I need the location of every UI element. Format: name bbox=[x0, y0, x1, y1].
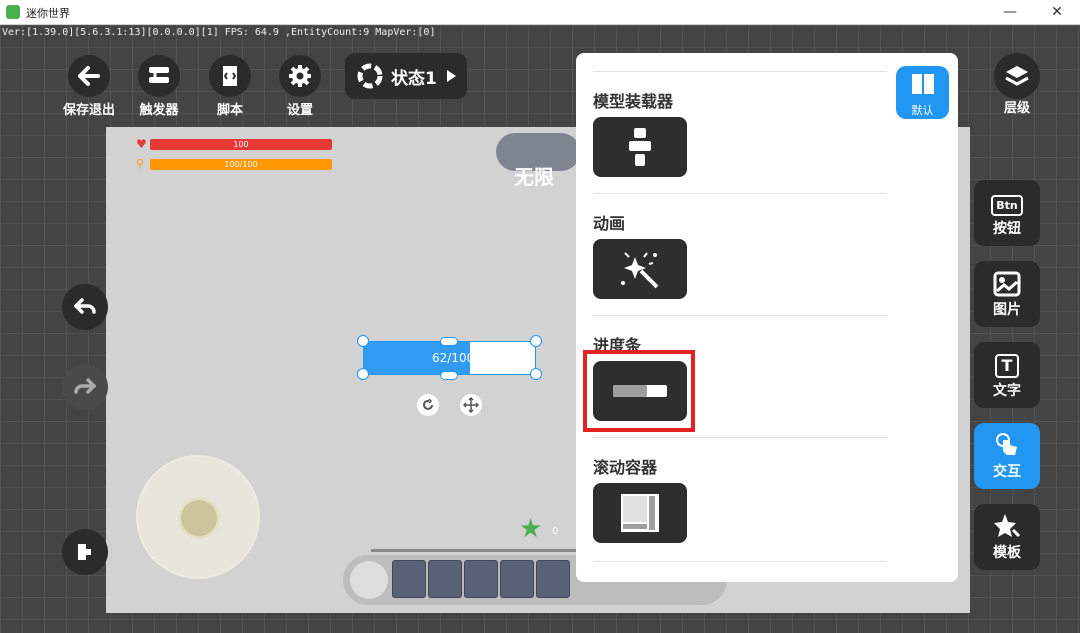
undo-button[interactable] bbox=[62, 284, 108, 330]
resize-handle-top[interactable] bbox=[440, 337, 458, 346]
heart-icon: ♥ bbox=[136, 137, 147, 151]
debug-info: Ver:[1.39.0][5.6.3.1:13][0.0.0.0][1] FPS… bbox=[2, 27, 436, 38]
hotbar-slot[interactable] bbox=[428, 560, 462, 598]
resize-handle-tl[interactable] bbox=[357, 335, 369, 347]
layers-label: 层级 bbox=[1003, 101, 1030, 116]
model-loader-icon bbox=[629, 128, 651, 166]
save-exit-button[interactable]: 保存退出 bbox=[57, 55, 121, 118]
window-titlebar: 迷你世界 — ✕ bbox=[0, 0, 1080, 25]
tap-hand-icon bbox=[996, 433, 1017, 455]
text-icon: T bbox=[995, 354, 1019, 378]
highlight-box bbox=[583, 350, 695, 432]
section-title-scroll-container: 滚动容器 bbox=[593, 458, 658, 477]
button-widget-button[interactable]: Btn 按钮 bbox=[974, 180, 1040, 246]
resize-handle-bottom[interactable] bbox=[440, 371, 458, 380]
progress-value: 62/100 bbox=[432, 351, 475, 365]
scroll-container-card[interactable] bbox=[593, 483, 687, 543]
joystick-knob[interactable] bbox=[178, 497, 220, 539]
gear-icon bbox=[279, 55, 321, 97]
trigger-button[interactable]: 触发器 bbox=[127, 55, 191, 118]
script-button[interactable]: 脚本 bbox=[198, 55, 262, 118]
default-tab-button[interactable]: 默认 bbox=[896, 66, 949, 119]
rotate-icon bbox=[423, 398, 433, 410]
redo-icon bbox=[74, 378, 96, 394]
virtual-joystick[interactable] bbox=[136, 455, 260, 579]
resize-handle-br[interactable] bbox=[530, 368, 542, 380]
image-widget-button[interactable]: 图片 bbox=[974, 261, 1040, 327]
settings-button[interactable]: 设置 bbox=[268, 55, 332, 118]
image-widget-label: 图片 bbox=[993, 302, 1021, 318]
scroll-container-icon bbox=[621, 494, 659, 532]
hunger-bar: 100/100 bbox=[150, 159, 332, 170]
hotbar-slot[interactable] bbox=[536, 560, 570, 598]
animation-card[interactable] bbox=[593, 239, 687, 299]
state-selector[interactable]: 状态1 bbox=[345, 53, 467, 99]
trigger-icon bbox=[138, 55, 180, 97]
state-ring-icon bbox=[357, 63, 383, 89]
text-widget-button[interactable]: T 文字 bbox=[974, 342, 1040, 408]
model-loader-card[interactable] bbox=[593, 117, 687, 177]
template-widget-label: 模板 bbox=[993, 545, 1021, 561]
image-icon bbox=[993, 271, 1021, 297]
component-popup: 模型装载器 动画 进度条 滚动容器 默认 bbox=[576, 53, 958, 582]
infinite-label: 无限 bbox=[514, 165, 554, 189]
settings-label: 设置 bbox=[286, 103, 313, 118]
star-count: 0 bbox=[552, 526, 559, 537]
script-icon bbox=[209, 55, 251, 97]
puzzle-button[interactable] bbox=[62, 529, 108, 575]
redo-button[interactable] bbox=[62, 364, 108, 410]
star-icon: ★ bbox=[519, 514, 543, 544]
progress-widget[interactable]: 62/100 bbox=[363, 341, 536, 375]
play-triangle-icon bbox=[446, 70, 456, 82]
divider bbox=[593, 437, 887, 438]
text-widget-label: 文字 bbox=[993, 383, 1021, 399]
default-tab-label: 默认 bbox=[911, 104, 934, 117]
layers-icon bbox=[994, 53, 1040, 99]
interact-widget-button[interactable]: 交互 bbox=[974, 423, 1040, 489]
magic-wand-icon bbox=[621, 252, 659, 289]
resize-handle-tr[interactable] bbox=[530, 335, 542, 347]
button-widget-label: 按钮 bbox=[993, 221, 1021, 237]
template-widget-button[interactable]: 模板 bbox=[974, 504, 1040, 570]
template-star-icon bbox=[994, 514, 1021, 538]
rotate-button[interactable] bbox=[417, 394, 439, 416]
hotbar-slot[interactable] bbox=[500, 560, 534, 598]
close-button[interactable]: ✕ bbox=[1034, 0, 1080, 25]
state-label: 状态1 bbox=[391, 68, 437, 89]
health-bar: 100 bbox=[150, 139, 332, 150]
hotbar-slot[interactable] bbox=[464, 560, 498, 598]
section-title-model-loader: 模型装载器 bbox=[593, 92, 674, 111]
back-arrow-icon bbox=[68, 55, 110, 97]
divider bbox=[593, 193, 887, 194]
section-title-animation: 动画 bbox=[593, 214, 626, 233]
backpack-icon[interactable] bbox=[350, 561, 388, 599]
move-button[interactable] bbox=[460, 394, 482, 416]
divider bbox=[593, 71, 887, 72]
trigger-label: 触发器 bbox=[139, 103, 179, 118]
hotbar-slot[interactable] bbox=[392, 560, 426, 598]
health-value: 100 bbox=[233, 140, 249, 149]
app-icon bbox=[6, 5, 20, 19]
book-icon bbox=[911, 74, 934, 94]
move-icon bbox=[463, 397, 479, 413]
resize-handle-bl[interactable] bbox=[357, 368, 369, 380]
interact-widget-label: 交互 bbox=[993, 464, 1021, 480]
window-title: 迷你世界 bbox=[26, 7, 70, 20]
script-label: 脚本 bbox=[216, 103, 243, 118]
save-exit-label: 保存退出 bbox=[62, 103, 115, 118]
divider bbox=[593, 315, 887, 316]
divider bbox=[593, 561, 887, 562]
btn-icon: Btn bbox=[991, 195, 1023, 216]
hunger-value: 100/100 bbox=[224, 160, 258, 169]
layers-button[interactable]: 层级 bbox=[992, 53, 1042, 116]
hunger-icon: ⚲ bbox=[136, 157, 145, 170]
undo-icon bbox=[74, 298, 96, 314]
puzzle-icon bbox=[78, 544, 91, 560]
